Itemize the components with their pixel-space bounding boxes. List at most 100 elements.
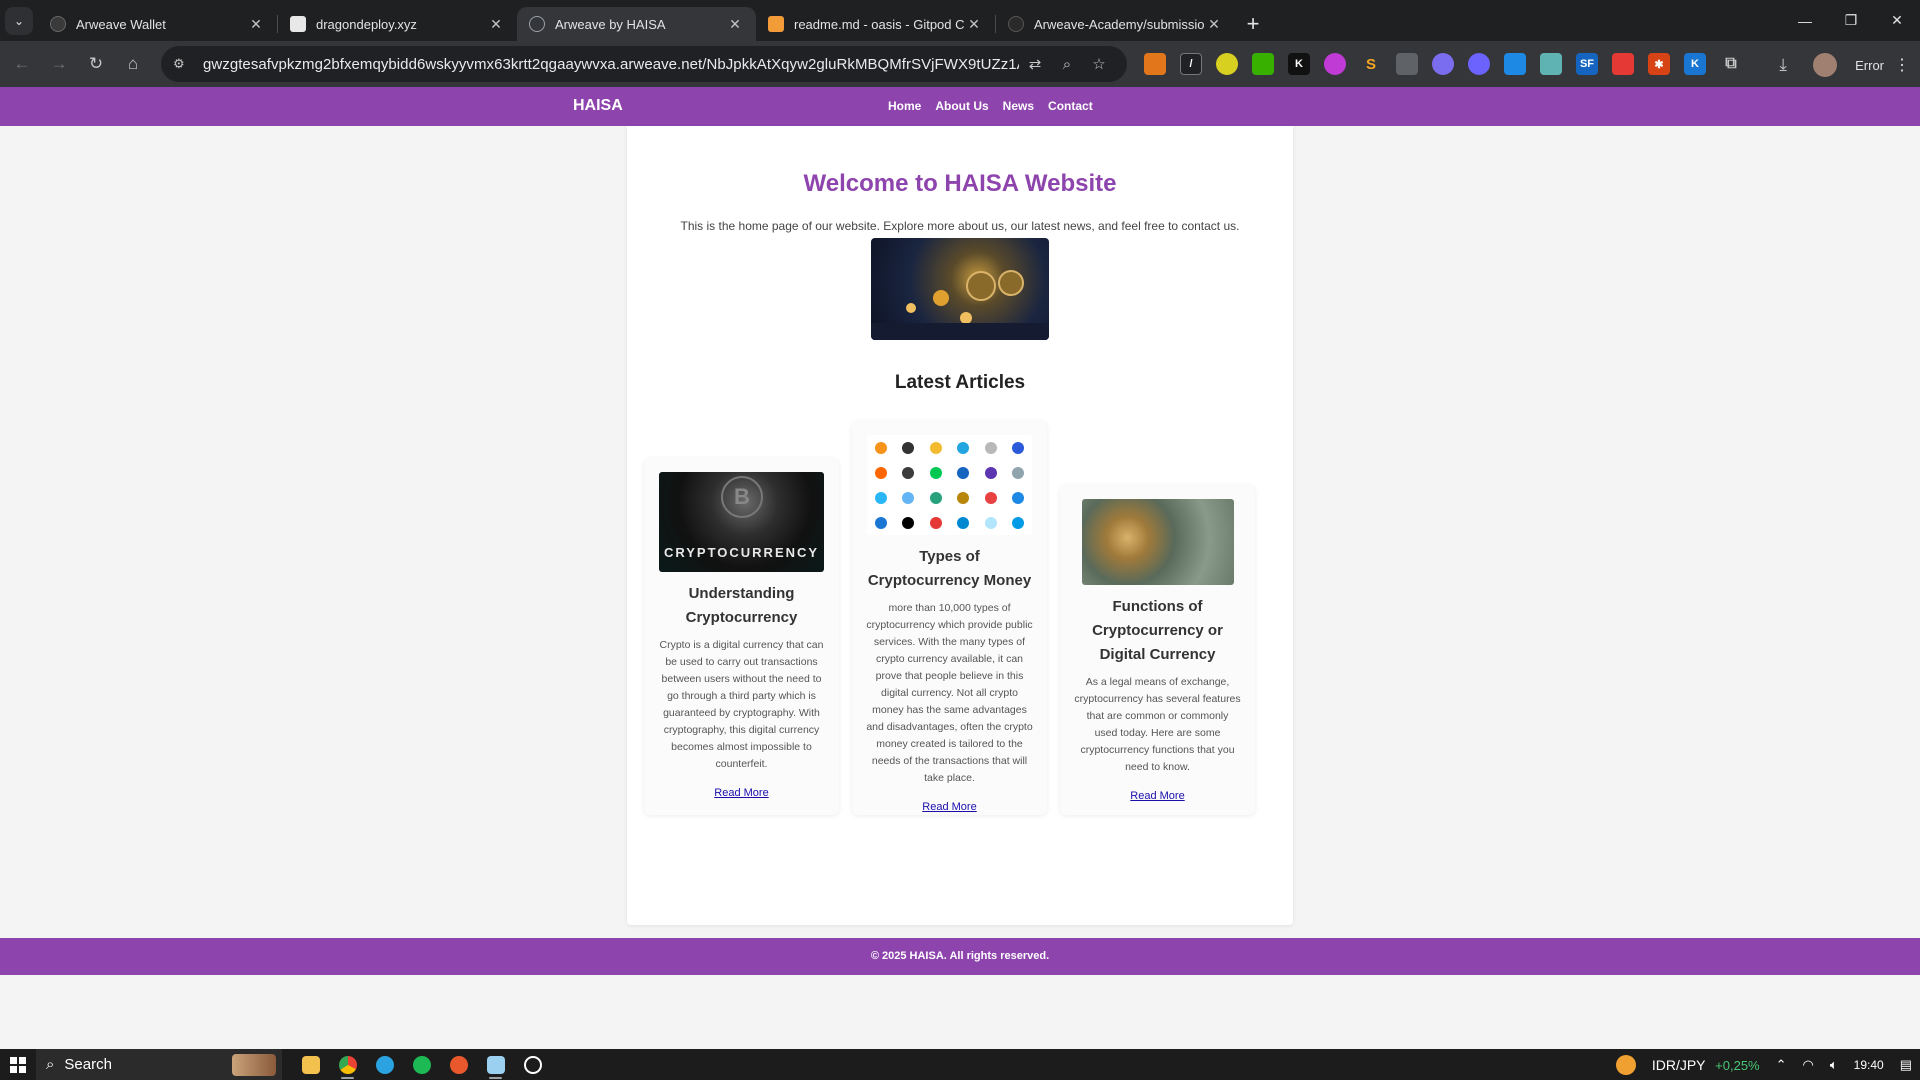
main-container: Welcome to HAISA Website This is the hom… [627, 126, 1293, 925]
spotify-icon[interactable] [403, 1049, 440, 1080]
forward-icon[interactable]: → [41, 46, 77, 82]
bookmark-star-icon[interactable]: ☆ [1083, 55, 1115, 73]
close-icon[interactable]: ✕ [247, 16, 265, 33]
translate-icon[interactable]: ⇄ [1019, 55, 1051, 73]
burst-icon[interactable]: ✱ [1648, 53, 1670, 75]
tab-arweave-by-haisa[interactable]: Arweave by HAISA ✕ [517, 7, 756, 41]
k-blue-icon[interactable]: K [1684, 53, 1706, 75]
download-icon[interactable]: ⤓ [1765, 47, 1801, 83]
notepad-icon[interactable] [477, 1049, 514, 1080]
nav-home[interactable]: Home [888, 99, 921, 113]
grid-icon[interactable] [1540, 53, 1562, 75]
orb-icon[interactable] [1324, 53, 1346, 75]
coin-logo-icon [984, 491, 997, 504]
page-title: Welcome to HAISA Website [803, 170, 1117, 197]
article-image: B CRYPTOCURRENCY [659, 472, 824, 572]
back-icon[interactable]: ← [4, 46, 40, 82]
tab-title: dragondeploy.xyz [316, 16, 417, 32]
site-menu: Home About Us News Contact [888, 99, 1093, 113]
tab-title: Arweave-Academy/submission [1034, 16, 1205, 32]
close-icon[interactable]: ✕ [965, 16, 983, 33]
chart-icon[interactable] [1252, 53, 1274, 75]
chrome-icon[interactable] [329, 1049, 366, 1080]
zoom-icon[interactable]: ⌕ [1051, 56, 1083, 73]
nav-contact[interactable]: Contact [1048, 99, 1093, 113]
k-icon[interactable]: K [1288, 53, 1310, 75]
metamask-icon[interactable] [1144, 53, 1166, 75]
extension-icons: / K S SF ✱ K ⧉ [1137, 53, 1749, 75]
coin-logo-icon [929, 491, 942, 504]
currency-ticker[interactable]: IDR/JPY +0,25% [1652, 1057, 1760, 1073]
pen-icon[interactable]: / [1180, 53, 1202, 75]
close-icon[interactable]: ✕ [1205, 16, 1223, 33]
close-icon[interactable]: ✕ [726, 16, 744, 33]
robot-icon[interactable] [1396, 53, 1418, 75]
shapes-icon[interactable] [1216, 53, 1238, 75]
tab-title: Arweave Wallet [76, 16, 166, 32]
tab-arweave-wallet[interactable]: Arweave Wallet ✕ [38, 7, 277, 41]
puzzle-extensions-icon[interactable]: ⧉ [1720, 53, 1742, 75]
window-controls: — ❐ ✕ [1782, 0, 1920, 41]
avatar[interactable] [1813, 53, 1838, 77]
alien-icon[interactable] [1432, 53, 1454, 75]
nav-about-us[interactable]: About Us [935, 99, 988, 113]
close-icon[interactable]: ✕ [487, 16, 505, 33]
telegram-icon[interactable] [366, 1049, 403, 1080]
wifi-icon[interactable]: ◠ [1803, 1057, 1814, 1073]
restore-icon[interactable]: ❐ [1828, 0, 1874, 41]
coin-logo-icon [929, 441, 942, 454]
site-footer: © 2025 HAISA. All rights reserved. [0, 938, 1920, 975]
app-orange-icon[interactable] [440, 1049, 477, 1080]
menu-kebab-icon[interactable]: ⋮ [1894, 55, 1910, 75]
sf-icon[interactable]: SF [1576, 53, 1598, 75]
taskbar-search[interactable]: ⌕ Search [36, 1049, 282, 1080]
toolbar-right: ⤓ Error ⋮ [1764, 47, 1910, 83]
tab-search-button[interactable]: ⌄ [0, 0, 38, 41]
site-info-icon[interactable]: ⚙ [173, 56, 191, 72]
minimize-icon[interactable]: — [1782, 0, 1828, 41]
read-more-link[interactable]: Read More [1060, 790, 1255, 802]
coin-logo-icon [902, 491, 915, 504]
red-tag-icon[interactable] [1612, 53, 1634, 75]
coin-logo-icon [902, 466, 915, 479]
ticker-pair: IDR/JPY [1651, 1056, 1706, 1073]
tab-title: readme.md - oasis - Gitpod Code [794, 16, 965, 32]
read-more-link[interactable]: Read More [644, 787, 839, 799]
tab-gitpod-readme[interactable]: readme.md - oasis - Gitpod Code ✕ [756, 7, 995, 41]
read-more-link[interactable]: Read More [852, 801, 1047, 813]
address-bar-url[interactable]: gwzgtesafvpkzmg2bfxemqybidd6wskyyvmx63kr… [203, 56, 1019, 73]
windows-start-icon[interactable] [0, 1049, 36, 1080]
tab-arweave-academy[interactable]: Arweave-Academy/submission ✕ [996, 7, 1235, 41]
ghost-icon[interactable] [1468, 53, 1490, 75]
arweave-favicon-icon [50, 16, 66, 32]
file-explorer-icon[interactable] [292, 1049, 329, 1080]
site-brand[interactable]: HAISA [573, 97, 623, 115]
weather-icon[interactable] [1615, 1054, 1636, 1075]
address-bar[interactable]: ⚙ gwzgtesafvpkzmg2bfxemqybidd6wskyyvmx63… [161, 46, 1127, 82]
notification-icon[interactable]: ▤ [1900, 1057, 1912, 1073]
coin-logo-icon [984, 466, 997, 479]
home-icon[interactable]: ⌂ [115, 46, 151, 82]
new-tab-button[interactable]: + [1235, 7, 1271, 41]
ticker-change: +0,25% [1715, 1057, 1760, 1073]
app-circle-icon[interactable] [514, 1049, 551, 1080]
tab-title: Arweave by HAISA [555, 16, 666, 32]
coin-logo-icon [874, 491, 887, 504]
profile-error-button[interactable]: Error [1849, 58, 1890, 73]
clock[interactable]: 19:40 [1854, 1058, 1884, 1072]
coins-and-banknotes-image [1081, 499, 1234, 585]
diamond-icon[interactable] [1504, 53, 1526, 75]
coin-logo-icon [957, 441, 970, 454]
tab-dragondeploy[interactable]: dragondeploy.xyz ✕ [278, 7, 517, 41]
volume-icon[interactable]: 🔈︎ [1830, 1057, 1838, 1073]
chevron-up-icon[interactable]: ⌃ [1776, 1057, 1787, 1073]
close-window-icon[interactable]: ✕ [1874, 0, 1920, 41]
coin-logo-icon [1012, 516, 1025, 529]
chevron-down-icon: ⌄ [5, 6, 33, 35]
reload-icon[interactable]: ↻ [78, 46, 114, 82]
coin-logo-icon [874, 516, 887, 529]
coin-logo-icon [1012, 441, 1025, 454]
browser-toolbar: ← → ↻ ⌂ ⚙ gwzgtesafvpkzmg2bfxemqybidd6ws… [0, 41, 1920, 87]
nav-news[interactable]: News [1003, 99, 1034, 113]
s-icon[interactable]: S [1360, 53, 1382, 75]
